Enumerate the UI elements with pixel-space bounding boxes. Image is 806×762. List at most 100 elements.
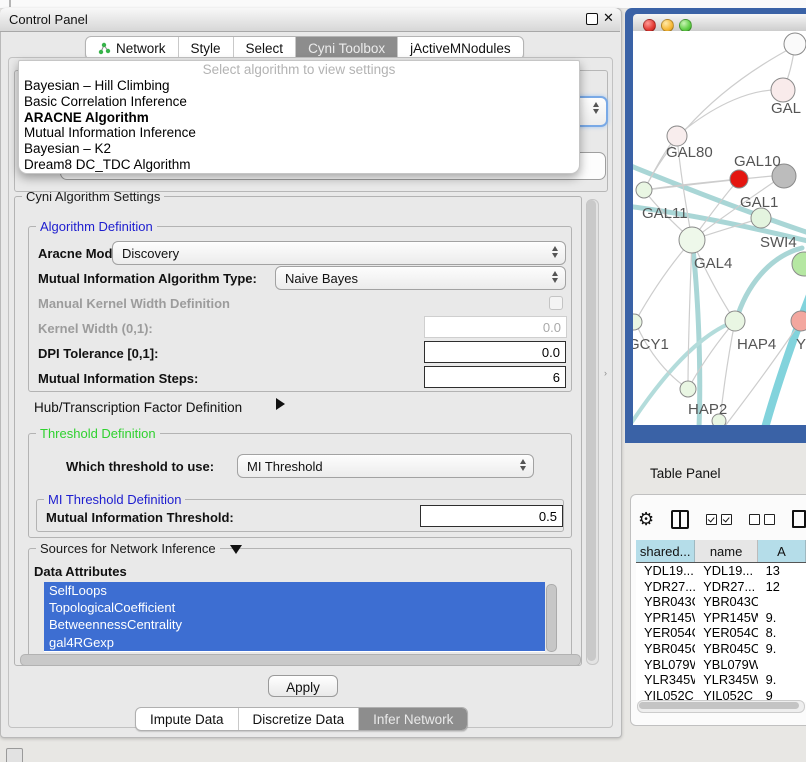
tab-infer-network[interactable]: Infer Network xyxy=(359,708,467,730)
tab-discretize-data-label: Discretize Data xyxy=(253,712,345,727)
network-node[interactable] xyxy=(633,314,642,330)
table-row[interactable]: YBR045CYBR045C9. xyxy=(636,641,806,657)
aracne-mode-combobox[interactable]: Discovery xyxy=(112,241,566,265)
tab-jactivemnodules[interactable]: jActiveMNodules xyxy=(398,37,523,59)
attribute-list-scrollbar[interactable] xyxy=(546,584,557,652)
algorithm-list: Bayesian – Hill ClimbingBasic Correlatio… xyxy=(19,78,579,173)
table-cell: YBL079W xyxy=(636,657,695,673)
tab-impute-data-label: Impute Data xyxy=(150,712,224,727)
network-node[interactable] xyxy=(680,381,696,397)
network-canvas[interactable]: GALGAL80GAL10GAL11GAL1GAL4SWI4GCY1HAP4YH… xyxy=(633,31,806,425)
table-row[interactable]: YDR27...YDR27...12 xyxy=(636,579,806,595)
manual-kernel-label: Manual Kernel Width Definition xyxy=(38,296,230,311)
settings-vertical-scrollbar-thumb[interactable] xyxy=(587,200,596,661)
table-row[interactable]: YDL19...YDL19...13 xyxy=(636,563,806,579)
attribute-item[interactable]: gal4RGexp xyxy=(44,634,545,651)
tab-style-label: Style xyxy=(191,41,221,56)
data-attributes-list[interactable]: SelfLoopsTopologicalCoefficientBetweenne… xyxy=(44,582,545,652)
spinner-icon xyxy=(552,246,558,258)
network-node[interactable] xyxy=(679,227,705,253)
network-node[interactable] xyxy=(636,182,652,198)
tab-discretize-data[interactable]: Discretize Data xyxy=(239,708,360,730)
mi-steps-field[interactable] xyxy=(424,366,566,388)
table-row[interactable]: YBL079WYBL079W xyxy=(636,657,806,673)
network-node-label: HAP2 xyxy=(688,401,727,418)
hub-collapse-icon[interactable] xyxy=(276,398,285,410)
table-cell: YLR345W xyxy=(695,672,757,688)
spinner-icon xyxy=(520,459,526,471)
split-view-icon[interactable] xyxy=(671,510,689,529)
network-node[interactable] xyxy=(730,170,748,188)
table-row[interactable]: YBR043CYBR043C xyxy=(636,594,806,610)
which-threshold-combobox[interactable]: MI Threshold xyxy=(237,454,534,478)
network-node[interactable] xyxy=(784,33,806,55)
table-cell: 9. xyxy=(758,641,806,657)
algorithm-option[interactable]: Basic Correlation Inference xyxy=(19,94,579,110)
hub-section-label[interactable]: Hub/Transcription Factor Definition xyxy=(34,400,242,415)
algorithm-option[interactable]: Mutual Information Inference xyxy=(19,125,579,141)
network-node[interactable] xyxy=(751,208,771,228)
settings-horizontal-scrollbar[interactable] xyxy=(20,654,581,666)
tab-network[interactable]: Network xyxy=(86,37,179,59)
table-body: YDL19...YDL19...13YDR27...YDR27...12YBR0… xyxy=(636,563,806,702)
dock-panel-icon[interactable] xyxy=(6,748,23,762)
select-all-icon[interactable] xyxy=(706,514,732,525)
manual-kernel-checkbox[interactable] xyxy=(549,296,563,310)
mi-type-combobox[interactable]: Naive Bayes xyxy=(275,266,566,290)
sources-group-label: Sources for Network Inference xyxy=(36,541,220,556)
table-cell: YER054C xyxy=(636,625,695,641)
network-edge[interactable] xyxy=(677,90,783,136)
tab-select[interactable]: Select xyxy=(234,37,297,59)
network-node-label: Y xyxy=(796,336,806,353)
table-cell: YPR145W xyxy=(695,610,757,626)
column-header-name[interactable]: name xyxy=(695,540,758,562)
network-node[interactable] xyxy=(725,311,745,331)
app-root: Control Panel ✕ Network Style Select Cyn… xyxy=(0,0,806,762)
network-node[interactable] xyxy=(791,311,806,331)
splitter-handle-icon[interactable]: › xyxy=(604,368,607,378)
table-horizontal-scrollbar-thumb[interactable] xyxy=(639,702,799,709)
column-header-third[interactable]: A xyxy=(758,540,806,562)
kernel-width-field[interactable] xyxy=(424,316,567,338)
tab-network-label: Network xyxy=(116,41,166,56)
tab-cyni-toolbox[interactable]: Cyni Toolbox xyxy=(296,37,398,59)
deselect-all-icon[interactable] xyxy=(749,514,775,525)
attribute-item[interactable]: SelfLoops xyxy=(44,582,545,599)
tab-impute-data[interactable]: Impute Data xyxy=(136,708,239,730)
aracne-mode-value: Discovery xyxy=(122,246,179,261)
table-cell: YLR345W xyxy=(636,672,695,688)
attribute-item[interactable]: TopologicalCoefficient xyxy=(44,599,545,616)
table-row[interactable]: YER054CYER054C8. xyxy=(636,625,806,641)
tab-style[interactable]: Style xyxy=(179,37,234,59)
mi-threshold-label: Mutual Information Threshold: xyxy=(46,510,234,525)
close-icon[interactable]: ✕ xyxy=(603,10,614,26)
algorithm-option[interactable]: Bayesian – Hill Climbing xyxy=(19,78,579,94)
algorithm-option[interactable]: Bayesian – K2 xyxy=(19,141,579,157)
network-edge[interactable] xyxy=(688,240,692,389)
network-edge[interactable] xyxy=(736,248,802,321)
network-node[interactable] xyxy=(792,252,806,276)
network-node[interactable] xyxy=(667,126,687,146)
mi-threshold-group-label: MI Threshold Definition xyxy=(44,492,185,507)
table-row[interactable]: YLR345WYLR345W9. xyxy=(636,672,806,688)
gear-icon[interactable]: ⚙ xyxy=(638,510,654,528)
network-edge[interactable] xyxy=(635,240,692,322)
node-table[interactable]: shared... name A YDL19...YDL19...13YDR27… xyxy=(636,540,806,702)
attribute-item[interactable]: BetweennessCentrality xyxy=(44,616,545,633)
algorithm-placeholder: Select algorithm to view settings xyxy=(19,61,579,78)
top-tick xyxy=(9,0,11,7)
column-header-shared-name[interactable]: shared... xyxy=(636,540,695,562)
table-row[interactable]: YPR145WYPR145W9. xyxy=(636,610,806,626)
dpi-tolerance-field[interactable] xyxy=(424,341,566,363)
float-window-icon[interactable] xyxy=(586,13,598,25)
algorithm-option[interactable]: Dream8 DC_TDC Algorithm xyxy=(19,157,579,173)
network-node[interactable] xyxy=(771,78,795,102)
function-builder-icon[interactable] xyxy=(792,510,806,528)
data-attributes-label: Data Attributes xyxy=(34,564,127,579)
algorithm-option[interactable]: ARACNE Algorithm xyxy=(19,110,579,126)
mi-threshold-field[interactable] xyxy=(420,505,563,527)
sources-collapse-icon[interactable] xyxy=(230,545,242,554)
apply-button[interactable]: Apply xyxy=(268,675,338,697)
network-edge[interactable] xyxy=(765,290,806,425)
control-panel-title: Control Panel xyxy=(9,12,88,27)
